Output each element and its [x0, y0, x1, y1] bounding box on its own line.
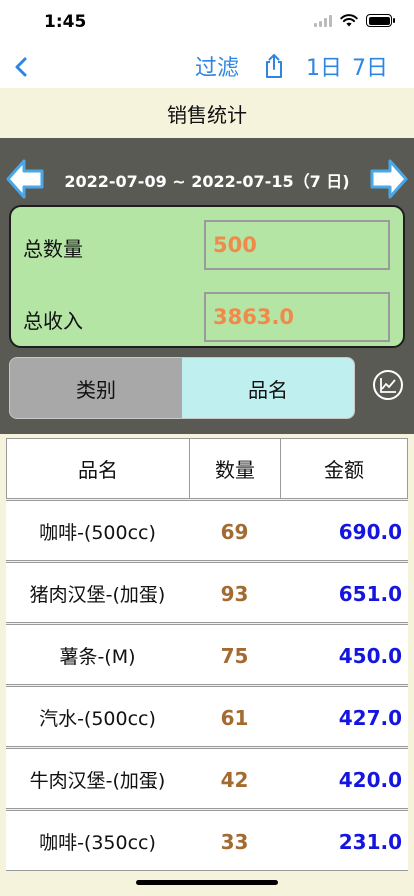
filter-button[interactable]: 过滤 [195, 50, 239, 82]
row-item-name: 咖啡-(500cc) [39, 522, 156, 544]
table-row[interactable]: 咖啡-(500cc) 69 690.0 [6, 500, 408, 561]
home-indicator[interactable] [136, 880, 278, 885]
seven-day-button[interactable]: 7日 [352, 50, 388, 82]
table-header: 品名 数量 金额 [6, 438, 408, 499]
row-quantity: 42 [220, 767, 249, 792]
row-item-name: 薯条-(M) [59, 646, 136, 668]
row-amount: 651.0 [338, 581, 402, 606]
header-quantity[interactable]: 数量 [190, 439, 281, 498]
wifi-icon [340, 14, 358, 27]
row-amount: 231.0 [338, 829, 402, 854]
header-item-name[interactable]: 品名 [7, 439, 190, 498]
page-title-bar: 销售统计 [0, 88, 414, 138]
status-icons [314, 14, 395, 27]
next-period-arrow-icon[interactable] [369, 156, 409, 202]
row-quantity: 69 [220, 519, 249, 544]
previous-period-arrow-icon[interactable] [5, 156, 45, 202]
table-row[interactable]: 汽水-(500cc) 61 427.0 [6, 686, 408, 747]
cellular-signal-icon [314, 14, 332, 27]
battery-icon [366, 14, 395, 27]
total-quantity-value: 500 [204, 220, 390, 270]
table-row[interactable]: 咖啡-(350cc) 33 231.0 [6, 810, 408, 871]
row-item-name: 咖啡-(350cc) [39, 832, 156, 854]
tab-item-name[interactable]: 品名 [182, 358, 354, 418]
back-chevron-icon[interactable] [10, 52, 34, 82]
row-quantity: 61 [220, 705, 249, 730]
row-amount: 450.0 [338, 643, 402, 668]
totals-box: 总数量 500 总收入 3863.0 [9, 205, 405, 348]
row-item-name: 牛肉汉堡-(加蛋) [29, 770, 166, 792]
total-income-value: 3863.0 [204, 292, 390, 342]
row-amount: 420.0 [338, 767, 402, 792]
row-item-name: 汽水-(500cc) [39, 708, 156, 730]
header-amount[interactable]: 金额 [281, 439, 407, 498]
one-day-button[interactable]: 1日 [306, 50, 342, 82]
row-quantity: 75 [220, 643, 249, 668]
table-row[interactable]: 猪肉汉堡-(加蛋) 93 651.0 [6, 562, 408, 623]
total-income-label: 总收入 [23, 309, 83, 333]
row-quantity: 93 [220, 581, 249, 606]
total-quantity-label: 总数量 [23, 237, 83, 261]
group-by-segmented-control: 类别 品名 [9, 357, 355, 419]
row-amount: 427.0 [338, 705, 402, 730]
row-quantity: 33 [220, 829, 249, 854]
navigation-bar: 过滤 1日 7日 [0, 46, 414, 88]
table-row[interactable]: 薯条-(M) 75 450.0 [6, 624, 408, 685]
row-amount: 690.0 [338, 519, 402, 544]
row-item-name: 猪肉汉堡-(加蛋) [29, 584, 166, 606]
status-time: 1:45 [44, 12, 87, 32]
date-range-label: 2022-07-09 ~ 2022-07-15（7 日) [64, 172, 350, 191]
line-chart-icon[interactable] [372, 369, 404, 401]
status-bar: 1:45 [0, 0, 414, 46]
page-title: 销售统计 [167, 102, 247, 127]
table-row[interactable]: 牛肉汉堡-(加蛋) 42 420.0 [6, 748, 408, 809]
share-icon[interactable] [262, 52, 286, 80]
tab-category[interactable]: 类别 [10, 358, 182, 418]
